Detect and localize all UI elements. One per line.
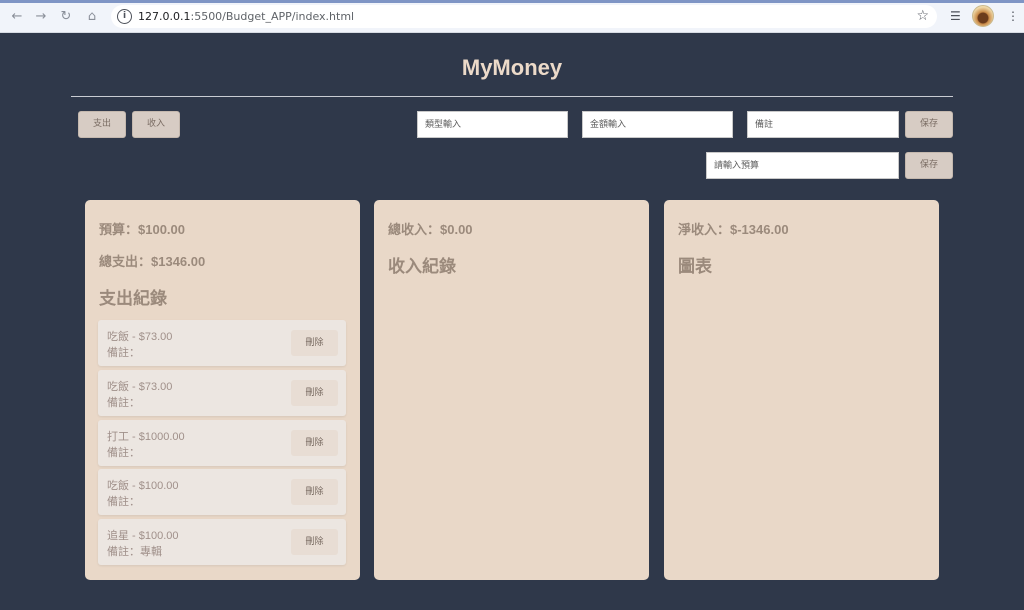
total-income-stat: 總收入：$0.00 — [388, 222, 473, 237]
save-record-button[interactable]: 保存 — [905, 111, 953, 138]
record-note: 備註： — [107, 447, 140, 459]
type-input[interactable] — [417, 111, 568, 138]
back-icon[interactable]: ← — [8, 8, 26, 26]
save-budget-button[interactable]: 保存 — [905, 152, 953, 179]
expense-record: 吃飯 - $73.00 備註： 刪除 — [98, 370, 346, 416]
url-text[interactable]: 127.0.0.1:5500/Budget_APP/index.html — [138, 9, 354, 24]
summary-panel: 淨收入：$-1346.00 圖表 — [664, 200, 939, 580]
income-records-heading: 收入紀錄 — [388, 257, 456, 276]
expense-records-heading: 支出紀錄 — [99, 289, 167, 308]
expense-record: 吃飯 - $100.00 備註： 刪除 — [98, 469, 346, 515]
expense-record: 吃飯 - $73.00 備註： 刪除 — [98, 320, 346, 366]
record-title: 吃飯 - $73.00 — [107, 381, 173, 393]
header-divider — [71, 96, 953, 97]
browser-toolbar: ← → ↻ ⌂ i 127.0.0.1:5500/Budget_APP/inde… — [0, 0, 1024, 33]
budget-stat: 預算：$100.00 — [99, 222, 185, 237]
bookmark-star-icon[interactable]: ☆ — [916, 8, 929, 25]
record-note: 備註：專輯 — [107, 546, 162, 558]
total-expense-stat: 總支出：$1346.00 — [99, 254, 206, 269]
expense-button[interactable]: 支出 — [78, 111, 126, 138]
record-title: 追星 - $100.00 — [107, 530, 179, 542]
delete-button[interactable]: 刪除 — [291, 430, 338, 456]
income-panel: 總收入：$0.00 收入紀錄 — [374, 200, 649, 580]
home-icon[interactable]: ⌂ — [83, 8, 101, 26]
record-title: 吃飯 - $100.00 — [107, 480, 179, 492]
income-button[interactable]: 收入 — [132, 111, 180, 138]
delete-button[interactable]: 刪除 — [291, 380, 338, 406]
record-title: 打工 - $1000.00 — [107, 431, 185, 443]
record-note: 備註： — [107, 496, 140, 508]
address-bar[interactable]: i 127.0.0.1:5500/Budget_APP/index.html ☆ — [111, 5, 937, 28]
expense-panel: 預算：$100.00 總支出：$1346.00 支出紀錄 吃飯 - $73.00… — [85, 200, 360, 580]
media-controls-icon[interactable]: ☰ — [950, 9, 961, 24]
budget-input[interactable] — [706, 152, 899, 179]
expense-record: 追星 - $100.00 備註：專輯 刪除 — [98, 519, 346, 565]
url-path: :5500/Budget_APP/index.html — [190, 10, 355, 23]
record-note: 備註： — [107, 397, 140, 409]
menu-dots-icon[interactable]: ⋮ — [1007, 8, 1019, 24]
app-title: MyMoney — [461, 55, 563, 80]
note-input[interactable] — [747, 111, 899, 138]
net-income-stat: 淨收入：$-1346.00 — [678, 222, 789, 237]
url-host: 127.0.0.1 — [138, 10, 191, 23]
chart-heading: 圖表 — [678, 257, 712, 276]
record-title: 吃飯 - $73.00 — [107, 331, 173, 343]
delete-button[interactable]: 刪除 — [291, 330, 338, 356]
profile-avatar[interactable] — [972, 5, 994, 27]
delete-button[interactable]: 刪除 — [291, 529, 338, 555]
delete-button[interactable]: 刪除 — [291, 479, 338, 505]
reload-icon[interactable]: ↻ — [57, 8, 75, 26]
site-info-icon[interactable]: i — [117, 9, 132, 24]
record-note: 備註： — [107, 347, 140, 359]
forward-icon[interactable]: → — [32, 8, 50, 26]
expense-record: 打工 - $1000.00 備註： 刪除 — [98, 420, 346, 466]
amount-input[interactable] — [582, 111, 733, 138]
